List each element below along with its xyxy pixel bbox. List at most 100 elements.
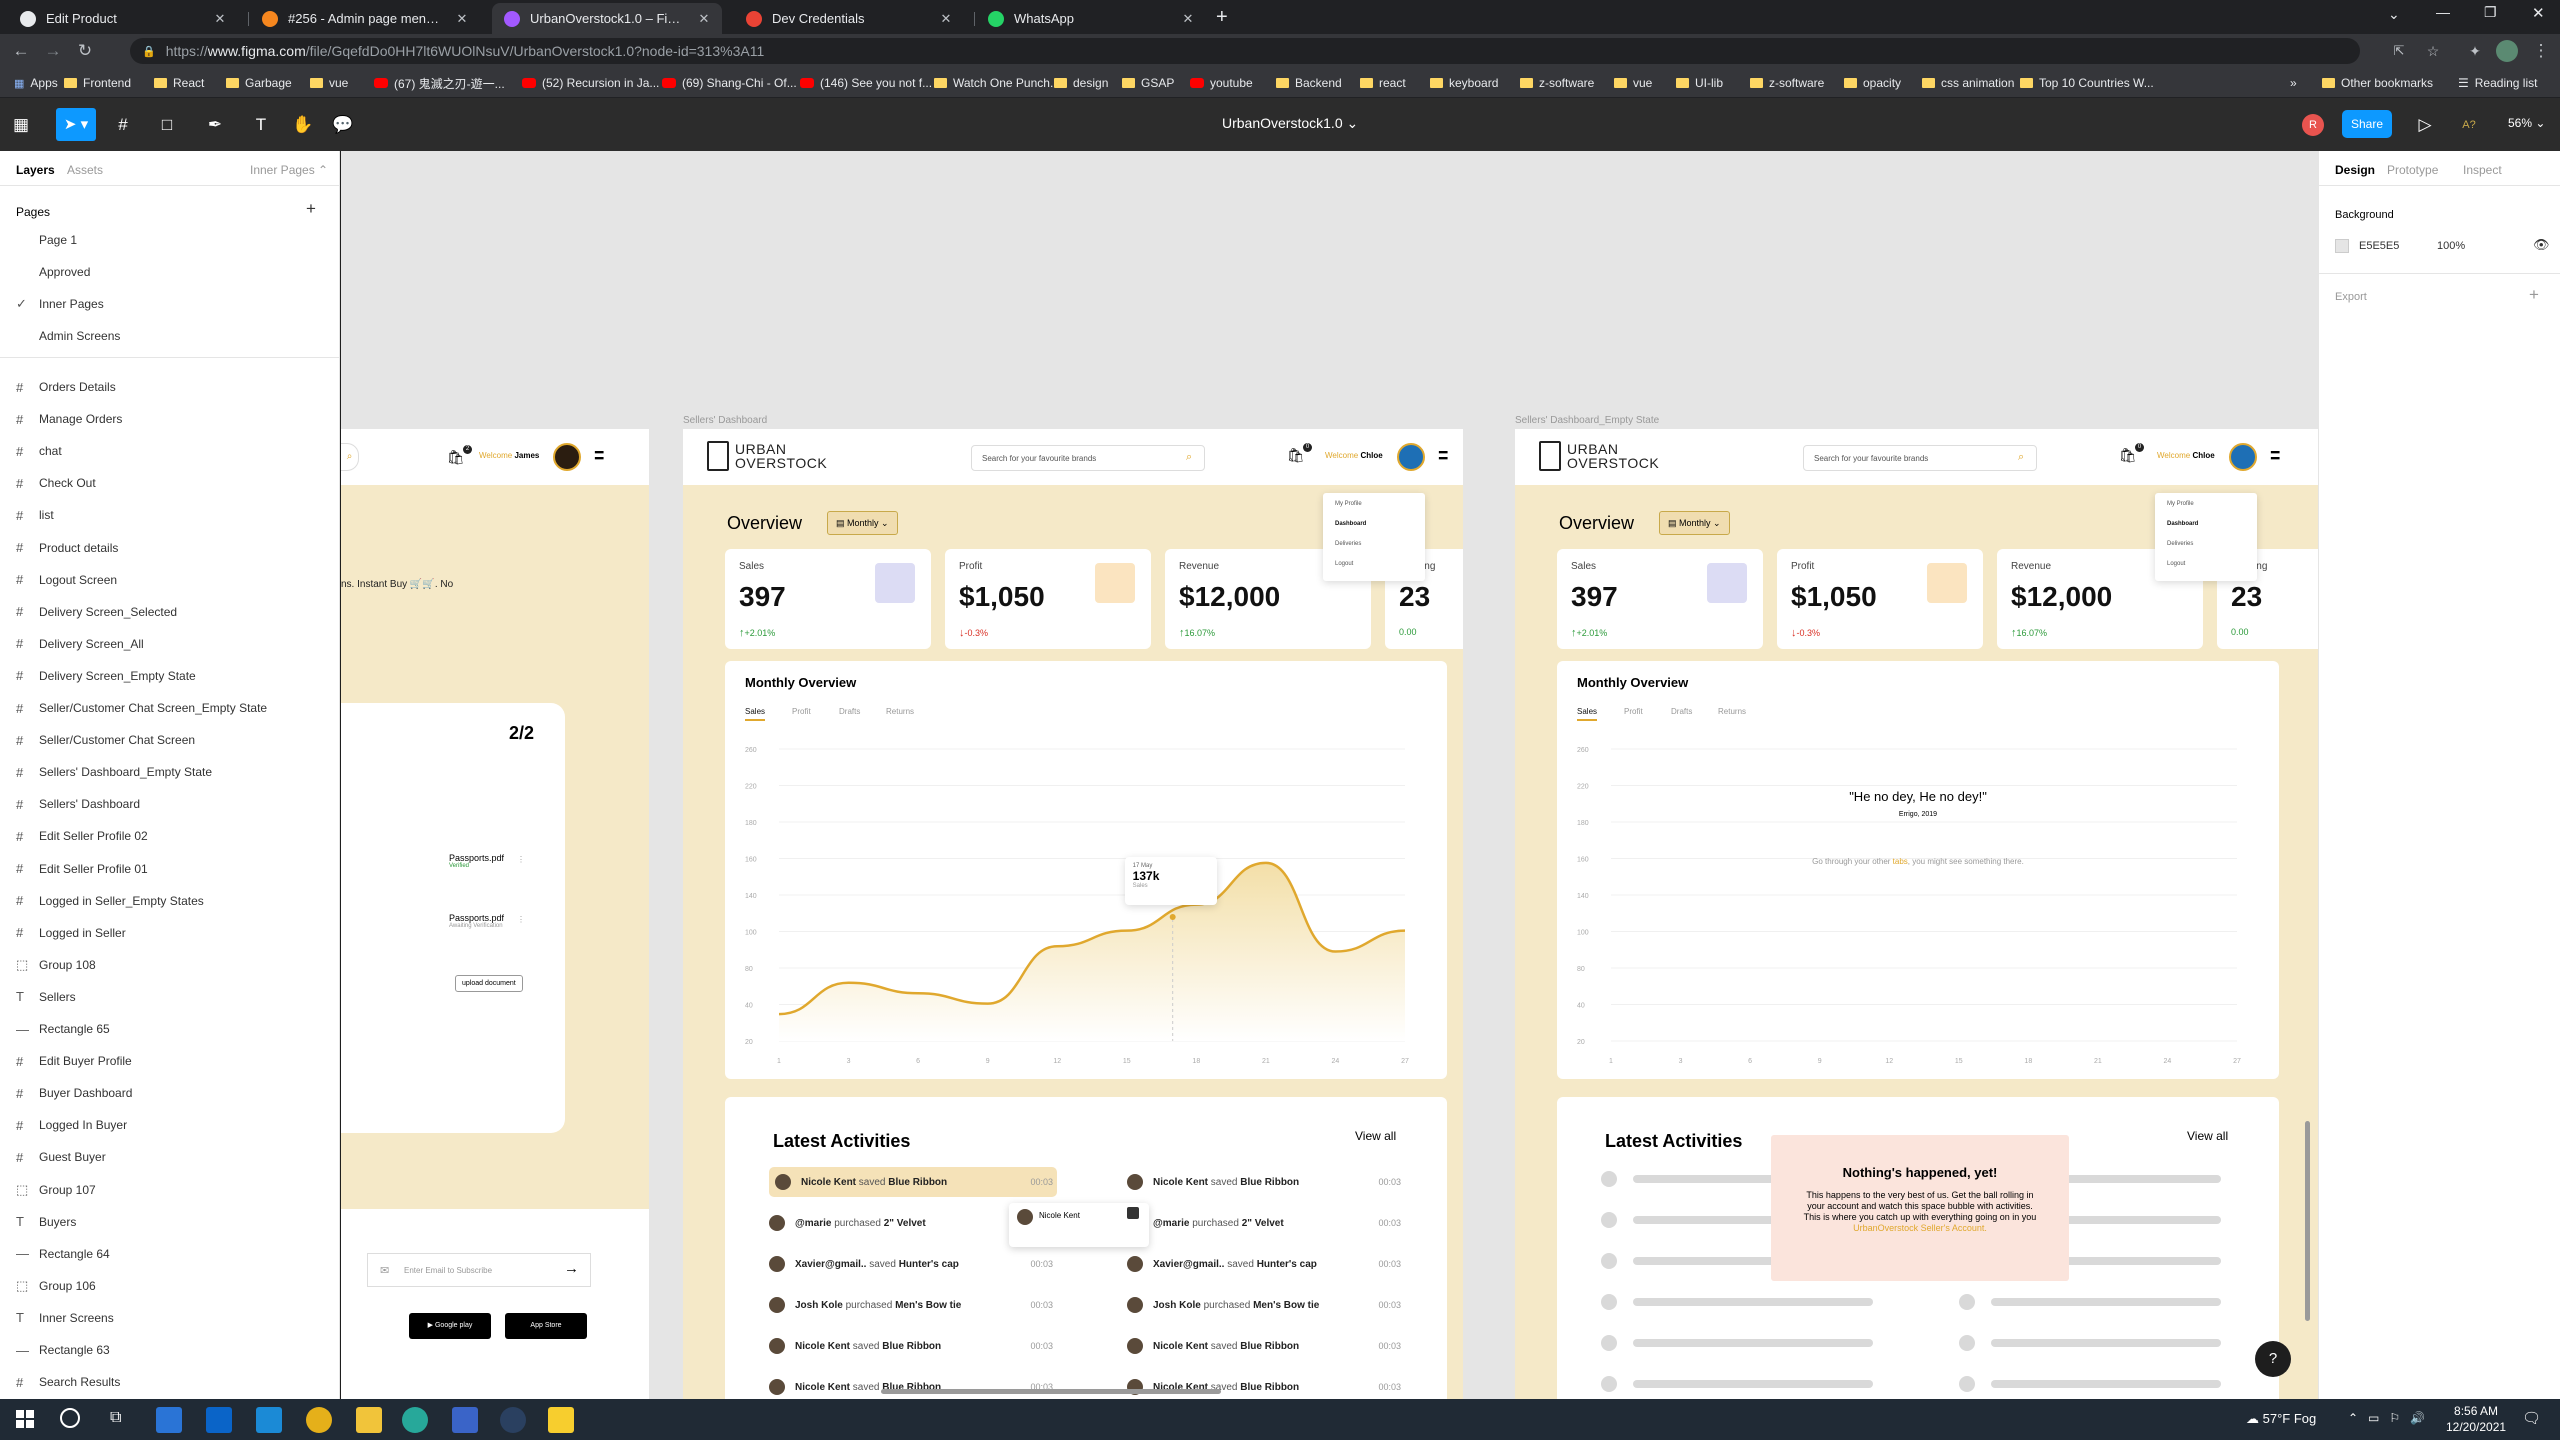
message-icon[interactable] [1127,1207,1139,1219]
reload-icon[interactable]: ↻ [72,39,98,63]
text-tool-icon[interactable]: T [248,112,274,138]
bookmark-item[interactable]: vue [1614,74,1652,92]
layer-item[interactable]: # chat [0,436,340,466]
hamburger-icon[interactable]: ━ ━ [1439,445,1459,465]
bookmarks-overflow[interactable]: » [2290,74,2297,92]
page-selector[interactable]: Inner Pages ⌃ [250,163,328,177]
menu-item[interactable]: Logout [2167,561,2185,567]
layer-item[interactable]: # Guest Buyer [0,1142,340,1172]
tab-close-icon[interactable]: ✕ [936,11,956,27]
view-all-link[interactable]: View all [1355,1129,1396,1143]
bookmark-item[interactable]: z-software [1750,74,1824,92]
frame-tool-icon[interactable]: # [110,112,136,138]
layer-item[interactable]: # Edit Seller Profile 01 [0,854,340,884]
layer-item[interactable]: # Orders Details [0,372,340,402]
bookmark-item[interactable]: Backend [1276,74,1342,92]
brand-logo[interactable]: URBAN OVERSTOCK [1539,441,1659,471]
tab-layers[interactable]: Layers [16,163,55,177]
forward-icon[interactable]: → [40,39,66,63]
stat-card[interactable]: Profit $1,050 ↓-0.3% [945,549,1151,649]
user-avatar[interactable]: R [2302,114,2324,136]
avatar[interactable] [1397,443,1425,471]
browser-tab[interactable]: Edit Product ✕ [8,3,238,34]
page-item[interactable]: Approved [0,257,340,287]
layer-item[interactable]: ⬚ Group 106 [0,1271,340,1301]
page-item[interactable]: Page 1 [0,225,340,255]
bookmark-item[interactable]: UI-lib [1676,74,1723,92]
minimize-icon[interactable]: — [2436,4,2450,20]
monthly-chart[interactable]: 2602201801601401008040201 3 6 9 12 15 18 21 24 27 [725,661,1447,1079]
arrow-right-icon[interactable]: → [564,1260,579,1277]
hamburger-icon[interactable]: ━ ━ [595,445,615,465]
layer-item[interactable]: # Delivery Screen_Empty State [0,661,340,691]
activity-row[interactable]: Nicole Kent saved Blue Ribbon 00:03 [769,1372,1057,1399]
layer-item[interactable]: ⬚ Group 108 [0,950,340,980]
more-icon[interactable]: ⋮ [517,855,525,864]
activity-row[interactable]: @marie purchased 2" Velvet00:03 [1127,1208,1401,1238]
brand-logo[interactable]: URBAN OVERSTOCK [707,441,827,471]
menu-item[interactable]: Dashboard [2167,521,2198,527]
layer-item[interactable]: ⬚ Group 107 [0,1175,340,1205]
background-opacity[interactable]: 100% [2437,240,2465,252]
move-tool-icon[interactable]: ➤ ▾ [56,108,96,141]
url-field[interactable]: 🔒 https://www.figma.com/file/GqefdDo0HH7… [130,38,2360,64]
comment-tool-icon[interactable]: 💬 [330,112,356,138]
bookmark-item[interactable]: Garbage [226,74,292,92]
new-tab-button[interactable]: + [1216,6,1228,29]
mail-icon[interactable] [206,1407,232,1433]
bookmark-item[interactable]: react [1360,74,1406,92]
zoom-level[interactable]: 56% ⌄ [2508,116,2545,130]
tab-close-icon[interactable]: ✕ [1178,11,1198,27]
period-dropdown[interactable]: ▤ Monthly ⌄ [1659,511,1730,535]
help-button[interactable]: ? [2255,1341,2291,1377]
add-export-icon[interactable]: + [2529,285,2539,305]
background-swatch[interactable] [2335,239,2349,253]
layer-item[interactable]: # Logged in Seller_Empty States [0,886,340,916]
bookmark-item[interactable]: (67) 鬼滅之刃-遊一... [374,74,505,92]
search-icon[interactable]: ⌕ [2018,451,2024,464]
stat-card[interactable]: Sales 397 ↑+2.01% [725,549,931,649]
layer-item[interactable]: — Rectangle 64 [0,1239,340,1269]
layer-item[interactable]: # Search Results [0,1367,340,1397]
menu-item[interactable]: Deliveries [2167,541,2193,547]
tab-inspect[interactable]: Inspect [2463,163,2502,177]
layer-item[interactable]: # Manage Orders [0,404,340,434]
scrollbar-horizontal[interactable] [881,1389,1221,1394]
layer-item[interactable]: # Logged in Seller [0,918,340,948]
tab-assets[interactable]: Assets [67,163,103,177]
stat-card[interactable]: Sales 397 ↑+2.01% [1557,549,1763,649]
layer-item[interactable]: # Seller/Customer Chat Screen_Empty State [0,693,340,723]
steam-icon[interactable] [500,1407,526,1433]
layer-item[interactable]: # Logged In Buyer [0,1110,340,1140]
install-icon[interactable]: ⇱ [2386,39,2412,63]
bookmark-item[interactable]: GSAP [1122,74,1174,92]
activity-row[interactable]: Nicole Kent saved Blue Ribbon 00:03 [1127,1331,1401,1361]
browser-tab[interactable]: #256 - Admin page menu option ✕ [250,3,480,34]
bookmark-item[interactable]: (146) See you not f... [800,74,932,92]
tabs-link[interactable]: tabs [1893,857,1908,866]
hamburger-icon[interactable]: ━ ━ [2271,445,2291,465]
store-icon[interactable] [156,1407,182,1433]
system-tray-icons[interactable]: ⌃▭⚐🔊 [2348,1411,2435,1425]
bookmark-item[interactable]: z-software [1520,74,1594,92]
layer-item[interactable]: # Product details [0,533,340,563]
tab-prototype[interactable]: Prototype [2387,163,2438,177]
activity-row[interactable]: Nicole Kent saved Blue Ribbon 00:03 [1127,1372,1401,1399]
menu-item[interactable]: My Profile [2167,501,2194,507]
search-input[interactable]: Search for your favourite brands ⌕ [1803,445,2037,471]
windows-start-icon[interactable] [16,1410,34,1428]
activity-row[interactable]: Nicole Kent saved Blue Ribbon 00:03 [1127,1167,1401,1197]
hand-tool-icon[interactable]: ✋ [290,112,316,138]
powershell-icon[interactable] [452,1407,478,1433]
google-play-badge[interactable]: ▶ Google play [409,1313,491,1339]
frame-sellers-dashboard[interactable]: URBAN OVERSTOCK Search for your favourite … [683,429,1463,1399]
bookmark-item[interactable]: Watch One Punch... [934,74,1060,92]
browser-tab[interactable]: WhatsApp ✕ [976,3,1206,34]
bookmark-item[interactable]: design [1054,74,1108,92]
layer-item[interactable]: T Inner Screens [0,1303,340,1333]
figma-canvas[interactable]: ⌕ 🛍 2 Welcome James ━ ━ ns. Instant Buy 🛒… [341,151,2318,1399]
bookmark-item[interactable]: keyboard [1430,74,1498,92]
menu-item[interactable]: Logout [1335,561,1353,567]
browser-menu-icon[interactable]: ⋮ [2528,39,2554,63]
page-item[interactable]: Admin Screens [0,321,340,351]
